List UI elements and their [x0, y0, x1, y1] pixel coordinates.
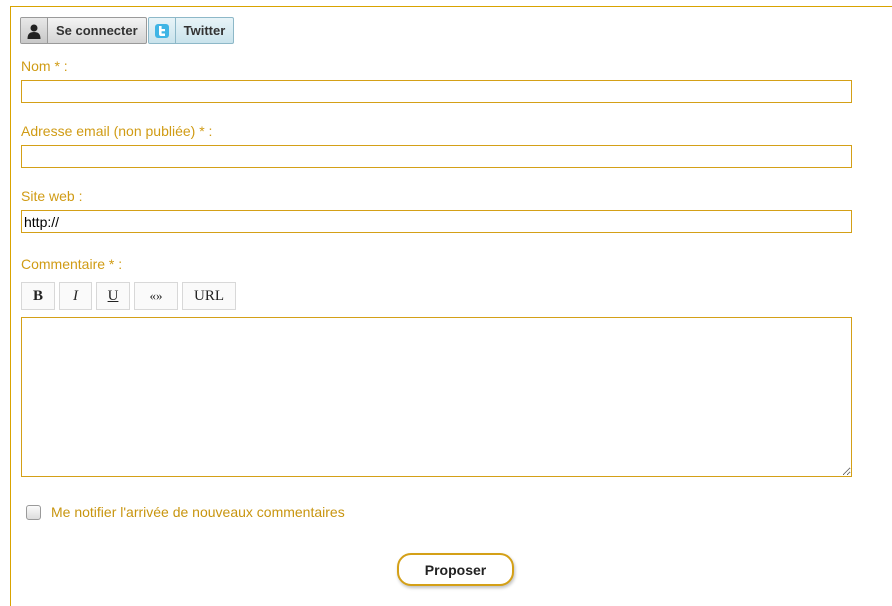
notify-option[interactable]: Me notifier l'arrivée de nouveaux commen… [26, 504, 345, 520]
connect-button[interactable]: Se connecter [20, 17, 147, 44]
connect-button-label: Se connecter [56, 23, 138, 38]
twitter-button-label: Twitter [183, 23, 226, 38]
login-bar: Se connecter Twitter [20, 17, 235, 44]
bold-button[interactable]: B [21, 282, 55, 310]
email-label: Adresse email (non publiée) * : [21, 123, 213, 139]
quote-button[interactable]: «» [134, 282, 178, 310]
comment-textarea[interactable] [21, 317, 852, 477]
notify-label: Me notifier l'arrivée de nouveaux commen… [51, 504, 345, 520]
comment-label: Commentaire * : [21, 256, 123, 272]
twitter-button[interactable]: Twitter [147, 17, 235, 44]
italic-button[interactable]: I [59, 282, 92, 310]
user-silhouette-icon [21, 18, 48, 43]
name-label: Nom * : [21, 58, 68, 74]
website-label: Site web : [21, 188, 83, 204]
website-field[interactable] [21, 210, 852, 233]
editor-toolbar: B I U «» URL [21, 282, 236, 310]
underline-button[interactable]: U [96, 282, 130, 310]
url-button[interactable]: URL [182, 282, 236, 310]
twitter-t-icon [148, 18, 176, 43]
email-field[interactable] [21, 145, 852, 168]
notify-checkbox[interactable] [26, 504, 41, 520]
name-field[interactable] [21, 80, 852, 103]
submit-button[interactable]: Proposer [397, 553, 514, 586]
